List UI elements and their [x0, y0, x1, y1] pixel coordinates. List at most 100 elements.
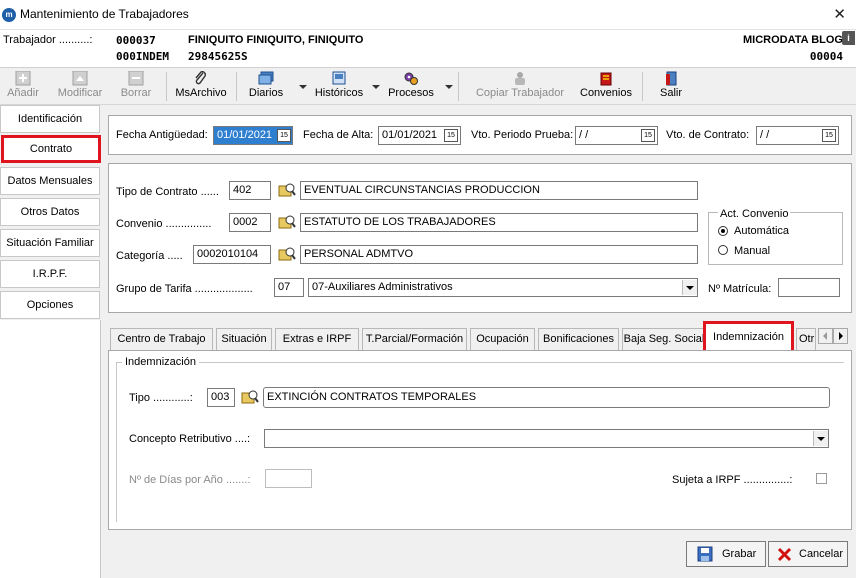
procesos-label: Procesos: [388, 87, 434, 99]
indem-tipo-label: Tipo ............:: [129, 392, 193, 404]
dias-label: Nº de Días por Año .......:: [129, 474, 251, 486]
grabar-button[interactable]: Grabar: [686, 541, 766, 567]
nav-otros-datos[interactable]: Otros Datos: [0, 198, 100, 226]
info-icon[interactable]: i: [842, 31, 855, 45]
copiar-trabajador-button[interactable]: Copiar Trabajador: [472, 69, 568, 103]
auto-radio[interactable]: [718, 226, 728, 236]
historicos-button[interactable]: Históricos: [312, 69, 366, 103]
calendar-icon[interactable]: 15: [641, 129, 655, 142]
prueba-label: Vto. Periodo Prueba:: [471, 129, 574, 141]
worker-code: 000037: [116, 34, 156, 47]
tab-extras-irpf[interactable]: Extras e IRPF: [275, 328, 359, 350]
act-convenio-title: Act. Convenio: [718, 208, 791, 220]
nav-filler: [0, 320, 101, 578]
modify-icon: [72, 71, 88, 86]
diarios-label: Diarios: [248, 87, 284, 99]
nav-contrato[interactable]: Contrato: [1, 135, 101, 163]
procesos-button[interactable]: Procesos: [386, 69, 436, 103]
contrato-venc-label: Vto. de Contrato:: [666, 129, 750, 141]
calendar-icon[interactable]: 15: [444, 129, 458, 142]
salir-button[interactable]: Salir: [655, 69, 687, 103]
tab-bonificaciones[interactable]: Bonificaciones: [538, 328, 619, 350]
calendar-icon[interactable]: 15: [277, 129, 291, 142]
tab-otros[interactable]: Otr: [796, 328, 816, 350]
lookup-icon[interactable]: [278, 182, 296, 198]
modify-label: Modificar: [57, 87, 103, 99]
chevron-right-icon: [839, 332, 843, 340]
sujeta-irpf-label: Sujeta a IRPF ...............:: [672, 474, 793, 486]
manual-radio[interactable]: [718, 245, 728, 255]
dias-field[interactable]: [265, 469, 312, 488]
historicos-dropdown-icon[interactable]: [372, 85, 380, 89]
add-icon: [15, 71, 31, 86]
chevron-left-icon: [823, 332, 827, 340]
nav-opciones[interactable]: Opciones: [0, 291, 100, 319]
delete-button[interactable]: Borrar: [118, 69, 154, 103]
add-button[interactable]: Añadir: [4, 69, 42, 103]
modify-button[interactable]: Modificar: [56, 69, 104, 103]
grupo-tarifa-select[interactable]: 07-Auxiliares Administrativos: [308, 278, 698, 297]
auto-label: Automática: [734, 225, 790, 237]
categoria-label: Categoría .....: [116, 250, 183, 262]
chevron-down-icon[interactable]: [682, 280, 697, 295]
tab-baja-seg-social[interactable]: Baja Seg. Social: [622, 328, 706, 350]
convenio-code[interactable]: 0002: [229, 213, 271, 232]
cancelar-button[interactable]: Cancelar: [768, 541, 848, 567]
chevron-down-icon[interactable]: [813, 431, 828, 446]
company-code: 00004: [809, 50, 843, 63]
salir-label: Salir: [659, 87, 682, 99]
convenios-icon: [600, 72, 612, 86]
tab-scroll-left[interactable]: [818, 328, 833, 344]
nav-situacion-familiar[interactable]: Situación Familiar: [0, 229, 100, 257]
historicos-label: Históricos: [314, 87, 364, 99]
convenios-button[interactable]: Convenios: [578, 69, 634, 103]
close-icon[interactable]: ✕: [833, 5, 846, 23]
toolbar-separator: [642, 72, 643, 101]
company-name: MICRODATA BLOG: [742, 34, 843, 46]
nav-datos-mensuales[interactable]: Datos Mensuales: [0, 167, 100, 195]
concepto-select[interactable]: [264, 429, 829, 448]
convenio-label: Convenio ...............: [116, 218, 212, 230]
diarios-button[interactable]: Diarios: [246, 69, 286, 103]
tab-ocupacion[interactable]: Ocupación: [470, 328, 535, 350]
worker-code-2: 000INDEM: [116, 50, 169, 63]
toolbar-separator: [236, 72, 237, 101]
antiguedad-label: Fecha Antigüedad:: [116, 129, 208, 141]
tab-situacion[interactable]: Situación: [216, 328, 272, 350]
window-title: Mantenimiento de Trabajadores: [20, 7, 189, 21]
tipo-contrato-code[interactable]: 402: [229, 181, 271, 200]
worker-name: FINIQUITO FINIQUITO, FINIQUITO: [188, 34, 364, 46]
worker-nif: 29845625S: [188, 50, 248, 63]
lookup-icon[interactable]: [278, 214, 296, 230]
tab-scroll-right[interactable]: [833, 328, 848, 344]
grupo-tarifa-code[interactable]: 07: [274, 278, 304, 297]
nav-identificacion[interactable]: Identificación: [0, 105, 100, 133]
diarios-dropdown-icon[interactable]: [299, 85, 307, 89]
categoria-code[interactable]: 0002010104: [193, 245, 271, 264]
cancelar-label: Cancelar: [799, 548, 844, 560]
delete-icon: [128, 71, 144, 86]
nav-irpf[interactable]: I.R.P.F.: [0, 260, 100, 288]
app-icon: m: [2, 8, 16, 22]
lookup-icon[interactable]: [241, 389, 259, 405]
indem-tipo-desc: EXTINCIÓN CONTRATOS TEMPORALES: [263, 387, 830, 408]
indemnizacion-group-title: Indemnización: [122, 356, 199, 368]
procesos-dropdown-icon[interactable]: [445, 85, 453, 89]
manual-label: Manual: [734, 245, 771, 257]
tab-centro-trabajo[interactable]: Centro de Trabajo: [110, 328, 213, 350]
msarchivo-label: MsArchivo: [175, 87, 227, 99]
indem-tipo-code[interactable]: 003: [207, 388, 235, 407]
copiar-trabajador-label: Copiar Trabajador: [475, 87, 565, 99]
tab-tparcial-formacion[interactable]: T.Parcial/Formación: [362, 328, 467, 350]
toolbar: Añadir Modificar Borrar MsArchivo Diario…: [0, 69, 856, 105]
matricula-field[interactable]: [778, 278, 840, 297]
msarchivo-button[interactable]: MsArchivo: [174, 69, 228, 103]
lookup-icon[interactable]: [278, 246, 296, 262]
sujeta-irpf-checkbox[interactable]: [816, 473, 827, 484]
toolbar-separator: [458, 72, 459, 101]
concepto-label: Concepto Retributivo ....:: [129, 433, 251, 445]
convenios-label: Convenios: [580, 87, 632, 99]
cancel-x-icon: [777, 547, 792, 562]
grupo-tarifa-label: Grupo de Tarifa ...................: [116, 283, 253, 295]
calendar-icon[interactable]: 15: [822, 129, 836, 142]
